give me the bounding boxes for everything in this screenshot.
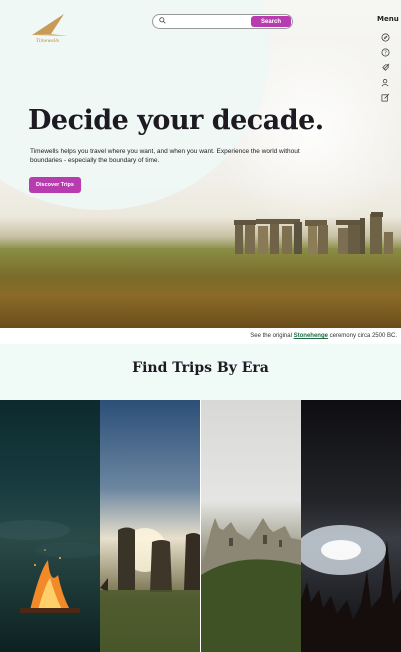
- era-card-stone-age[interactable]: [0, 400, 100, 652]
- svg-text:?: ?: [384, 50, 387, 56]
- hero-headline: Decide your decade.: [28, 105, 324, 136]
- hero-intro-text: Timewells helps you travel where you wan…: [30, 148, 300, 164]
- stonehenge-image: [234, 212, 393, 254]
- era-card-easter-island[interactable]: [100, 400, 201, 652]
- era-card-medieval[interactable]: [200, 400, 301, 652]
- edit-icon[interactable]: [381, 89, 390, 102]
- search-bar: Search: [152, 14, 293, 29]
- search-icon: [159, 17, 166, 24]
- caption-prefix: See the original: [250, 333, 292, 339]
- grass-field: [0, 248, 401, 328]
- eras-section-title: Find Trips By Era: [132, 360, 269, 376]
- concert-image: [300, 525, 401, 652]
- campfire-image: [0, 520, 100, 613]
- compass-icon[interactable]: [381, 29, 390, 42]
- caption-suffix: ceremony circa 2500 BC.: [329, 333, 397, 339]
- moai-image: [100, 527, 201, 652]
- discover-trips-button[interactable]: Discover Trips: [29, 177, 81, 193]
- era-card-modern[interactable]: [300, 400, 401, 652]
- user-icon[interactable]: [381, 74, 390, 87]
- stonehenge-link[interactable]: Stonehenge: [294, 333, 328, 339]
- search-button[interactable]: Search: [251, 16, 291, 27]
- image-caption: See the original Stonehenge ceremony cir…: [0, 333, 397, 339]
- search-input[interactable]: [169, 16, 249, 27]
- era-card-list: [0, 400, 401, 652]
- help-icon[interactable]: ?: [381, 44, 390, 57]
- logo[interactable]: Timewells: [28, 14, 70, 53]
- menu-icon-list: ?: [381, 29, 390, 102]
- menu-label[interactable]: Menu: [377, 15, 399, 23]
- castle-ruins-image: [200, 518, 301, 652]
- rocket-icon[interactable]: [381, 59, 390, 71]
- logo-text: Timewells: [36, 39, 60, 44]
